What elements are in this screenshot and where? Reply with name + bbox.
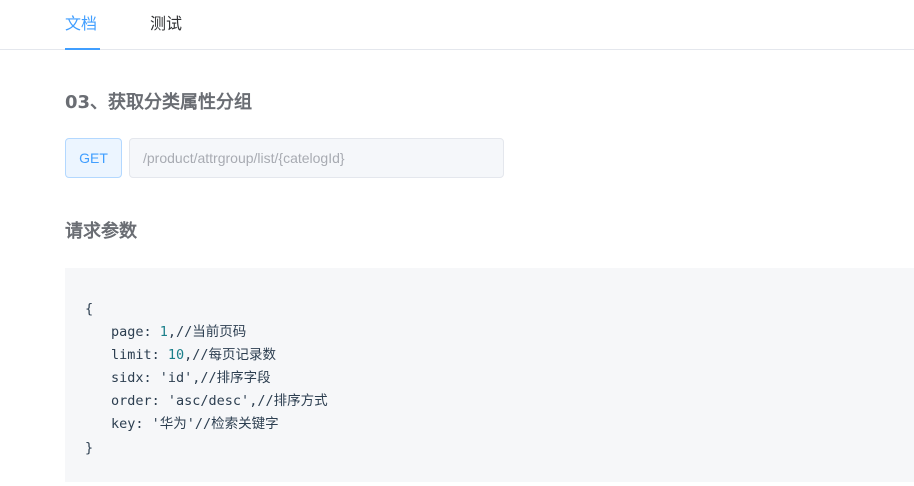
http-method-badge: GET	[65, 138, 122, 178]
code-value: 'id'	[159, 370, 193, 386]
code-comment: ,//排序字段	[192, 370, 271, 386]
code-value: '华为'	[151, 416, 195, 432]
code-line-sidx: sidx: 'id',//排序字段	[111, 367, 271, 390]
api-title: 03、获取分类属性分组	[65, 92, 253, 113]
request-params-title: 请求参数	[65, 221, 137, 242]
code-value: 1	[159, 324, 168, 340]
code-key: sidx:	[111, 370, 160, 386]
api-url-field[interactable]: /product/attrgroup/list/{catelogId}	[129, 138, 504, 178]
code-key: order:	[111, 393, 168, 409]
code-key: page:	[111, 324, 160, 340]
code-comment: ,//当前页码	[167, 324, 247, 340]
active-tab-indicator	[65, 48, 100, 50]
code-line-order: order: 'asc/desc',//排序方式	[111, 390, 328, 413]
code-comment: //检索关键字	[194, 416, 279, 432]
code-key: limit:	[111, 347, 168, 363]
tab-test[interactable]: 测试	[150, 13, 182, 35]
code-comment: ,//每页记录数	[184, 347, 277, 363]
code-close-brace: }	[85, 440, 94, 456]
tab-docs[interactable]: 文档	[65, 13, 97, 35]
request-params-code-block: { page: 1,//当前页码 limit: 10,//每页记录数 sidx:…	[65, 268, 914, 482]
code-value: 10	[167, 347, 185, 363]
code-comment: ,//排序方式	[249, 393, 328, 409]
tab-bar: 文档 测试	[0, 0, 914, 50]
code-open-brace: {	[85, 301, 94, 317]
code-line-key: key: '华为'//检索关键字	[111, 413, 279, 436]
code-line-page: page: 1,//当前页码	[111, 321, 246, 344]
code-key: key:	[111, 416, 152, 432]
code-line-limit: limit: 10,//每页记录数	[111, 344, 276, 367]
code-value: 'asc/desc'	[167, 393, 250, 409]
